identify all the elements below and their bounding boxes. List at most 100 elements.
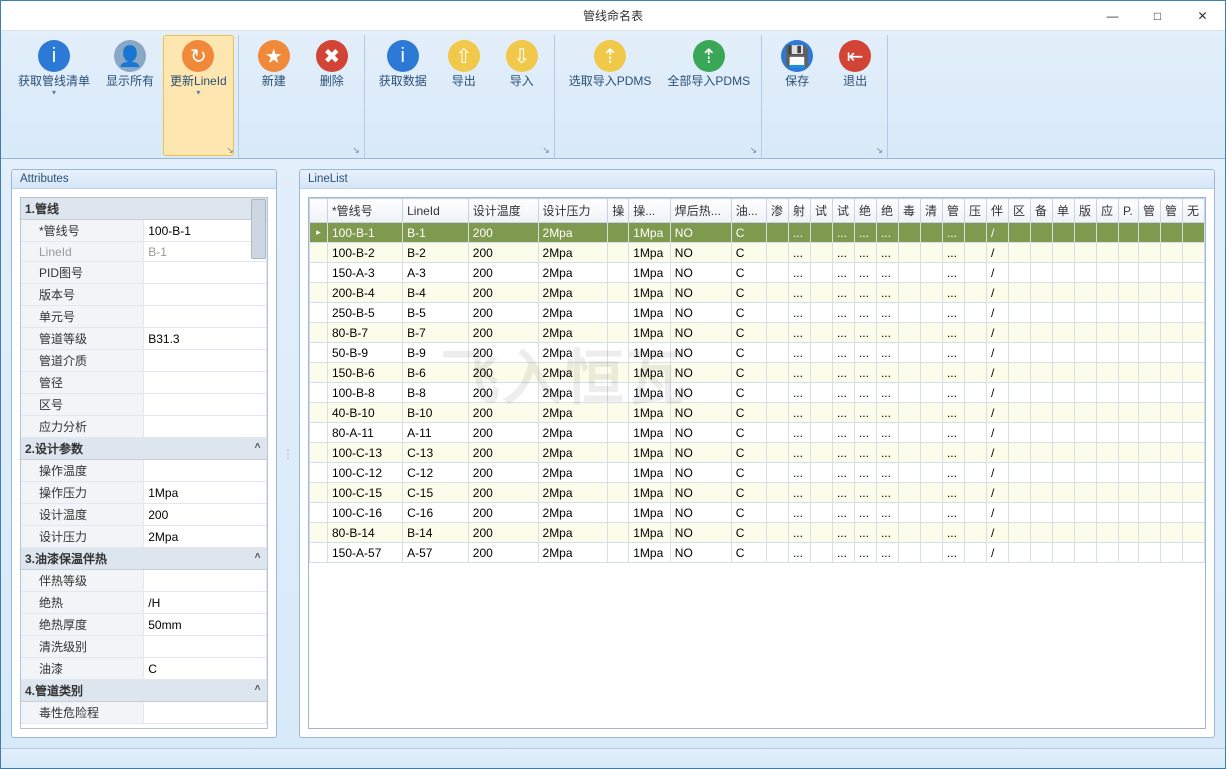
- cell[interactable]: [1182, 523, 1204, 543]
- cell[interactable]: [964, 263, 986, 283]
- cell[interactable]: [1160, 363, 1182, 383]
- cell[interactable]: [1182, 283, 1204, 303]
- cell[interactable]: C: [731, 263, 766, 283]
- cell[interactable]: 2Mpa: [538, 303, 608, 323]
- row-handle[interactable]: [310, 423, 328, 443]
- cell[interactable]: [964, 503, 986, 523]
- cell[interactable]: [1008, 523, 1030, 543]
- cell[interactable]: [766, 423, 788, 443]
- cell[interactable]: NO: [670, 223, 731, 243]
- cell[interactable]: [1160, 483, 1182, 503]
- cell[interactable]: NO: [670, 323, 731, 343]
- cell[interactable]: ...: [788, 403, 810, 423]
- cell[interactable]: 2Mpa: [538, 263, 608, 283]
- cell[interactable]: ...: [832, 443, 854, 463]
- column-header[interactable]: 操...: [629, 199, 671, 223]
- cell[interactable]: NO: [670, 363, 731, 383]
- cell[interactable]: ...: [832, 463, 854, 483]
- cell[interactable]: A-11: [403, 423, 469, 443]
- column-header[interactable]: 试: [832, 199, 854, 223]
- cell[interactable]: C-16: [403, 503, 469, 523]
- cell[interactable]: [1030, 283, 1052, 303]
- cell[interactable]: [766, 283, 788, 303]
- cell[interactable]: [1118, 263, 1138, 283]
- cell[interactable]: [964, 423, 986, 443]
- cell[interactable]: 200: [468, 243, 538, 263]
- cell[interactable]: [920, 543, 942, 563]
- cell[interactable]: [1118, 223, 1138, 243]
- cell[interactable]: [964, 463, 986, 483]
- cell[interactable]: [1008, 403, 1030, 423]
- cell[interactable]: B-7: [403, 323, 469, 343]
- cell[interactable]: /: [986, 503, 1008, 523]
- cell[interactable]: ...: [876, 483, 898, 503]
- cell[interactable]: 100-B-2: [328, 243, 403, 263]
- cell[interactable]: ...: [942, 383, 964, 403]
- cell[interactable]: ...: [942, 363, 964, 383]
- cell[interactable]: 2Mpa: [538, 243, 608, 263]
- cell[interactable]: [1138, 423, 1160, 443]
- cell[interactable]: [1030, 343, 1052, 363]
- cell[interactable]: [1182, 323, 1204, 343]
- cell[interactable]: /: [986, 343, 1008, 363]
- cell[interactable]: [1138, 323, 1160, 343]
- cell[interactable]: [898, 343, 920, 363]
- property-value[interactable]: 100-B-1: [144, 220, 267, 242]
- cell[interactable]: [1138, 263, 1160, 283]
- cell[interactable]: [1138, 503, 1160, 523]
- cell[interactable]: NO: [670, 483, 731, 503]
- property-value[interactable]: [144, 570, 267, 592]
- cell[interactable]: [1160, 423, 1182, 443]
- cell[interactable]: [898, 403, 920, 423]
- property-value[interactable]: [144, 702, 267, 724]
- group-launcher-icon[interactable]: ↘: [226, 145, 234, 156]
- cell[interactable]: [810, 223, 832, 243]
- cell[interactable]: ...: [854, 403, 876, 423]
- cell[interactable]: [1052, 323, 1074, 343]
- cell[interactable]: 2Mpa: [538, 323, 608, 343]
- cell[interactable]: [964, 383, 986, 403]
- cell[interactable]: 1Mpa: [629, 523, 671, 543]
- cell[interactable]: [766, 303, 788, 323]
- splitter[interactable]: ⋮: [283, 169, 293, 738]
- cell[interactable]: 2Mpa: [538, 403, 608, 423]
- column-header[interactable]: 设计压力: [538, 199, 608, 223]
- cell[interactable]: [608, 243, 629, 263]
- delete-button[interactable]: ✖删除: [304, 35, 360, 156]
- cell[interactable]: NO: [670, 343, 731, 363]
- cell[interactable]: [1030, 263, 1052, 283]
- cell[interactable]: [964, 283, 986, 303]
- property-value[interactable]: 1Mpa: [144, 482, 267, 504]
- refresh-lineid-button[interactable]: ↻更新LineId▾: [163, 35, 234, 156]
- cell[interactable]: [964, 303, 986, 323]
- cell[interactable]: C: [731, 463, 766, 483]
- cell[interactable]: [1182, 303, 1204, 323]
- property-value[interactable]: [144, 284, 267, 306]
- cell[interactable]: NO: [670, 283, 731, 303]
- cell[interactable]: NO: [670, 423, 731, 443]
- cell[interactable]: 200: [468, 363, 538, 383]
- cell[interactable]: [608, 303, 629, 323]
- cell[interactable]: [1182, 223, 1204, 243]
- cell[interactable]: ...: [942, 283, 964, 303]
- cell[interactable]: 200: [468, 443, 538, 463]
- cell[interactable]: /: [986, 263, 1008, 283]
- cell[interactable]: ...: [876, 283, 898, 303]
- cell[interactable]: [1118, 303, 1138, 323]
- cell[interactable]: 2Mpa: [538, 503, 608, 523]
- cell[interactable]: ...: [942, 263, 964, 283]
- cell[interactable]: [608, 443, 629, 463]
- property-value[interactable]: [144, 372, 267, 394]
- cell[interactable]: [1096, 223, 1118, 243]
- cell[interactable]: [1160, 383, 1182, 403]
- cell[interactable]: ...: [832, 543, 854, 563]
- cell[interactable]: C-13: [403, 443, 469, 463]
- cell[interactable]: [920, 243, 942, 263]
- cell[interactable]: [1118, 443, 1138, 463]
- cell[interactable]: ...: [788, 223, 810, 243]
- cell[interactable]: [1160, 323, 1182, 343]
- cell[interactable]: ...: [832, 263, 854, 283]
- cell[interactable]: [1008, 323, 1030, 343]
- import-button[interactable]: ⇩导入: [494, 35, 550, 156]
- property-value[interactable]: [144, 416, 267, 438]
